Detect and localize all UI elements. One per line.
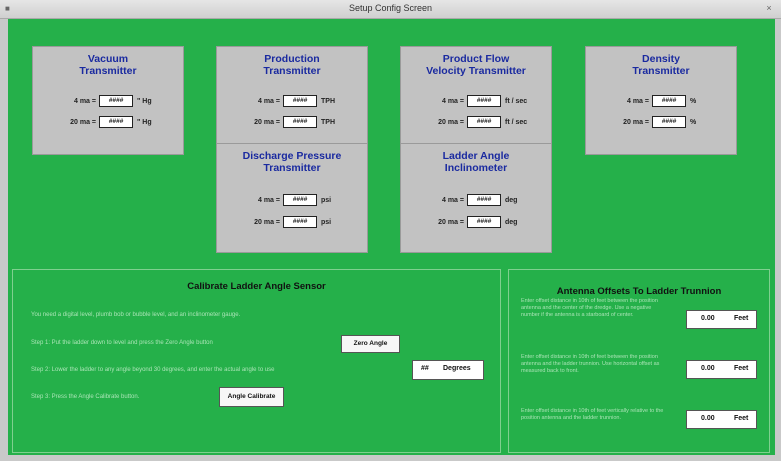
flow-4ma-input[interactable]: ####: [467, 95, 501, 107]
unit-label: TPH: [321, 119, 335, 126]
unit-label: ft / sec: [505, 98, 528, 105]
ma-label: 20 ma =: [70, 119, 96, 126]
flow-4ma-row: 4 ma = #### ft / sec: [401, 95, 551, 109]
ma-label: 20 ma =: [438, 119, 464, 126]
discharge-pressure-transmitter-title: Discharge Pressure Transmitter: [242, 150, 342, 174]
vacuum-transmitter-title: Vacuum Transmitter: [79, 53, 137, 77]
unit-label: %: [690, 119, 697, 126]
ma-label: 4 ma =: [258, 98, 280, 105]
ma-label: 4 ma =: [258, 197, 280, 204]
ma-label: 20 ma =: [254, 219, 280, 226]
discharge-20ma-row: 20 ma = #### psi: [217, 216, 367, 230]
unit-label: %: [690, 98, 697, 105]
calibrate-step1: Step 1: Put the ladder down to level and…: [31, 340, 213, 346]
title-bar: ■ Setup Config Screen ×: [0, 0, 781, 19]
density-transmitter-title: Density Transmitter: [632, 53, 690, 77]
unit-label: psi: [321, 219, 332, 226]
degrees-label: Degrees: [443, 365, 471, 372]
antenna-offset-3-field[interactable]: 0.00 Feet: [686, 410, 757, 429]
antenna-panel-title: Antenna Offsets To Ladder Trunnion: [556, 286, 722, 297]
vacuum-20ma-input[interactable]: ####: [99, 116, 133, 128]
ladder-20ma-input[interactable]: ####: [467, 216, 501, 228]
ladder-4ma-row: 4 ma = #### deg: [401, 194, 551, 208]
density-20ma-row: 20 ma = #### %: [586, 116, 736, 130]
density-4ma-row: 4 ma = #### %: [586, 95, 736, 109]
ma-label: 20 ma =: [438, 219, 464, 226]
production-transmitter-title: Production Transmitter: [263, 53, 321, 77]
close-icon[interactable]: ×: [762, 2, 776, 14]
offset-unit: Feet: [734, 315, 749, 322]
offset-value: 0.00: [701, 315, 715, 322]
calibrate-step2: Step 2: Lower the ladder to any angle be…: [31, 367, 275, 373]
offset-unit: Feet: [734, 415, 749, 422]
discharge-pressure-transmitter-box: Discharge Pressure Transmitter 4 ma = ##…: [216, 143, 368, 253]
ladder-20ma-row: 20 ma = #### deg: [401, 216, 551, 230]
flow-velocity-transmitter-box: Product Flow Velocity Transmitter 4 ma =…: [400, 46, 552, 155]
discharge-4ma-row: 4 ma = #### psi: [217, 194, 367, 208]
antenna-offsets-panel: Antenna Offsets To Ladder Trunnion Enter…: [508, 269, 770, 453]
ladder-4ma-input[interactable]: ####: [467, 194, 501, 206]
angle-calibrate-button[interactable]: Angle Calibrate: [219, 387, 284, 407]
production-4ma-input[interactable]: ####: [283, 95, 317, 107]
ma-label: 20 ma =: [623, 119, 649, 126]
calibrate-step3: Step 3: Press the Angle Calibrate button…: [31, 394, 140, 400]
ma-label: 4 ma =: [442, 197, 464, 204]
antenna-offset-2-field[interactable]: 0.00 Feet: [686, 360, 757, 379]
offset-value: 0.00: [701, 415, 715, 422]
density-4ma-input[interactable]: ####: [652, 95, 686, 107]
density-20ma-input[interactable]: ####: [652, 116, 686, 128]
main-panel: Vacuum Transmitter 4 ma = #### " Hg 20 m…: [8, 19, 775, 455]
ma-label: 20 ma =: [254, 119, 280, 126]
ladder-angle-inclinometer-title: Ladder Angle Inclinometer: [442, 150, 510, 174]
ma-label: 4 ma =: [442, 98, 464, 105]
density-transmitter-box: Density Transmitter 4 ma = #### % 20 ma …: [585, 46, 737, 155]
degrees-field[interactable]: ## Degrees: [412, 360, 484, 380]
flow-20ma-input[interactable]: ####: [467, 116, 501, 128]
discharge-4ma-input[interactable]: ####: [283, 194, 317, 206]
unit-label: ft / sec: [505, 119, 528, 126]
production-transmitter-box: Production Transmitter 4 ma = #### TPH 2…: [216, 46, 368, 155]
offset-unit: Feet: [734, 365, 749, 372]
vacuum-20ma-row: 20 ma = #### " Hg: [33, 116, 183, 130]
discharge-20ma-input[interactable]: ####: [283, 216, 317, 228]
ladder-angle-inclinometer-box: Ladder Angle Inclinometer 4 ma = #### de…: [400, 143, 552, 253]
ma-label: 4 ma =: [627, 98, 649, 105]
calibrate-note: You need a digital level, plumb bob or b…: [31, 312, 241, 318]
vacuum-4ma-row: 4 ma = #### " Hg: [33, 95, 183, 109]
production-20ma-row: 20 ma = #### TPH: [217, 116, 367, 130]
antenna-offset-1-text: Enter offset distance in 10th of feet be…: [521, 298, 658, 318]
window-title: Setup Config Screen: [348, 3, 433, 13]
unit-label: deg: [505, 219, 518, 226]
antenna-offset-3-text: Enter offset distance in 10th of feet ve…: [521, 408, 664, 421]
production-4ma-row: 4 ma = #### TPH: [217, 95, 367, 109]
vacuum-transmitter-box: Vacuum Transmitter 4 ma = #### " Hg 20 m…: [32, 46, 184, 155]
calibrate-ladder-panel: Calibrate Ladder Angle Sensor You need a…: [12, 269, 501, 453]
unit-label: " Hg: [137, 119, 152, 126]
unit-label: deg: [505, 197, 518, 204]
calibrate-panel-title: Calibrate Ladder Angle Sensor: [187, 281, 326, 292]
antenna-offset-2-text: Enter offset distance in 10th of feet be…: [521, 354, 660, 374]
unit-label: TPH: [321, 98, 335, 105]
production-20ma-input[interactable]: ####: [283, 116, 317, 128]
ma-label: 4 ma =: [74, 98, 96, 105]
vacuum-4ma-input[interactable]: ####: [99, 95, 133, 107]
unit-label: " Hg: [137, 98, 152, 105]
flow-20ma-row: 20 ma = #### ft / sec: [401, 116, 551, 130]
antenna-offset-1-field[interactable]: 0.00 Feet: [686, 310, 757, 329]
degrees-value: ##: [421, 365, 429, 372]
flow-velocity-transmitter-title: Product Flow Velocity Transmitter: [426, 53, 526, 77]
zero-angle-button[interactable]: Zero Angle: [341, 335, 400, 353]
unit-label: psi: [321, 197, 332, 204]
offset-value: 0.00: [701, 365, 715, 372]
